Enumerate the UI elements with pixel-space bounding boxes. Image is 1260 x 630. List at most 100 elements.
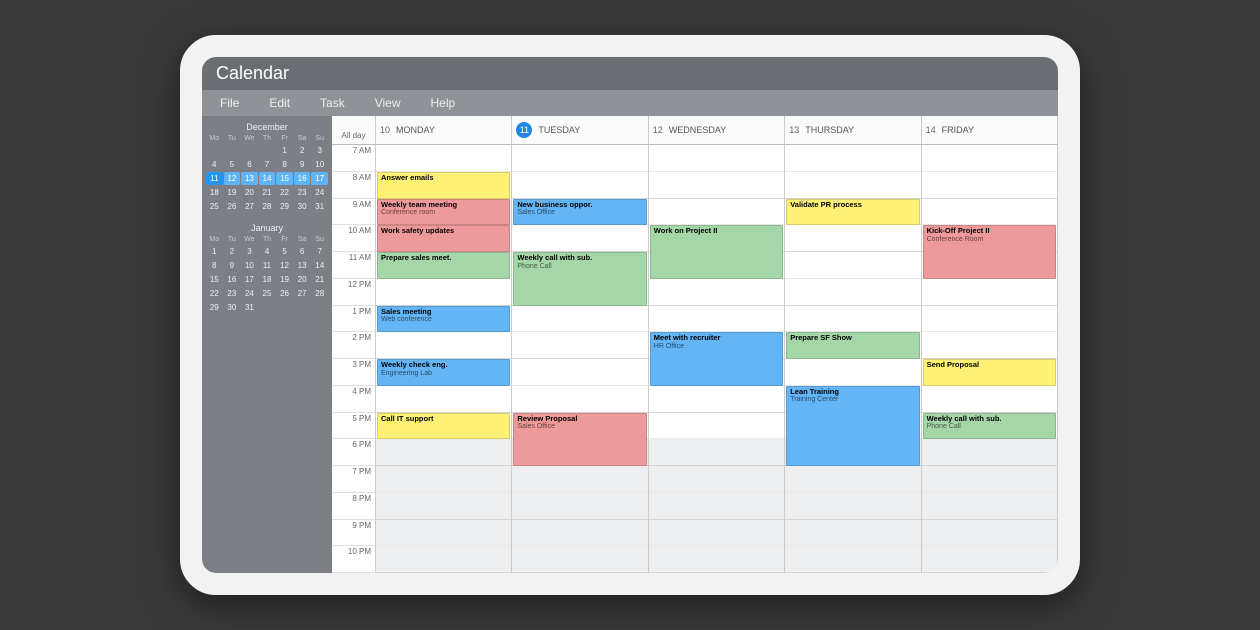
mini-day-cell[interactable]: 20	[294, 273, 311, 286]
mini-day-cell[interactable]: 4	[259, 245, 276, 258]
time-slot[interactable]	[512, 466, 647, 493]
mini-day-cell[interactable]: 8	[276, 158, 293, 171]
time-slot[interactable]	[649, 199, 784, 226]
time-slot[interactable]	[376, 332, 511, 359]
time-slot[interactable]	[649, 546, 784, 573]
time-slot[interactable]	[785, 172, 920, 199]
event[interactable]: Kick-Off Project IIConference Room	[923, 225, 1056, 279]
time-slot[interactable]	[922, 386, 1057, 413]
time-slot[interactable]	[512, 359, 647, 386]
day-column-monday[interactable]: Answer emailsWeekly team meetingConferen…	[376, 145, 512, 573]
mini-day-cell[interactable]: 19	[276, 273, 293, 286]
time-slot[interactable]	[649, 145, 784, 172]
menu-item-task[interactable]: Task	[320, 96, 345, 110]
time-slot[interactable]	[785, 252, 920, 279]
event[interactable]: New business oppor.Sales Office	[513, 199, 646, 226]
mini-day-cell[interactable]: 4	[206, 158, 223, 171]
menu-item-edit[interactable]: Edit	[269, 96, 290, 110]
mini-day-cell[interactable]: 13	[241, 172, 258, 185]
event[interactable]: Weekly call with sub.Phone Call	[923, 413, 1056, 440]
time-slot[interactable]	[512, 386, 647, 413]
time-slot[interactable]	[785, 493, 920, 520]
event[interactable]: Sales meetingWeb conference	[377, 306, 510, 333]
event[interactable]: Work safety updates	[377, 225, 510, 252]
time-slot[interactable]	[649, 520, 784, 547]
mini-day-cell[interactable]: 13	[294, 259, 311, 272]
event[interactable]: Review ProposalSales Office	[513, 413, 646, 467]
time-slot[interactable]	[512, 520, 647, 547]
time-slot[interactable]	[785, 145, 920, 172]
time-slot[interactable]	[649, 172, 784, 199]
time-slot[interactable]	[376, 546, 511, 573]
time-slot[interactable]	[376, 493, 511, 520]
mini-day-cell[interactable]: 31	[311, 200, 328, 213]
time-slot[interactable]	[649, 466, 784, 493]
mini-day-cell[interactable]: 2	[294, 144, 311, 157]
event[interactable]: Meet with recruiterHR Office	[650, 332, 783, 386]
time-slot[interactable]	[922, 145, 1057, 172]
time-slot[interactable]	[512, 493, 647, 520]
mini-day-cell[interactable]: 24	[311, 186, 328, 199]
menu-item-view[interactable]: View	[375, 96, 401, 110]
time-slot[interactable]	[376, 520, 511, 547]
day-column-wednesday[interactable]: Work on Project IIMeet with recruiterHR …	[649, 145, 785, 573]
mini-day-cell[interactable]: 14	[311, 259, 328, 272]
mini-day-cell[interactable]: 21	[259, 186, 276, 199]
time-slot[interactable]	[376, 386, 511, 413]
mini-day-cell[interactable]: 6	[294, 245, 311, 258]
mini-day-cell[interactable]: 1	[206, 245, 223, 258]
time-slot[interactable]	[922, 466, 1057, 493]
time-slot[interactable]	[922, 172, 1057, 199]
mini-day-cell[interactable]: 25	[206, 200, 223, 213]
mini-day-cell[interactable]: 26	[276, 287, 293, 300]
event[interactable]: Weekly call with sub.Phone Call	[513, 252, 646, 306]
mini-day-cell[interactable]: 16	[224, 273, 241, 286]
event[interactable]: Validate PR process	[786, 199, 919, 226]
day-column-tuesday[interactable]: New business oppor.Sales Office Weekly ca…	[512, 145, 648, 573]
mini-day-cell[interactable]: 7	[311, 245, 328, 258]
mini-day-cell[interactable]: 27	[241, 200, 258, 213]
mini-day-cell[interactable]: 19	[224, 186, 241, 199]
mini-calendar-january[interactable]: JanuaryMoTuWeThFrSaSu1234567891011121314…	[206, 223, 328, 314]
time-slot[interactable]	[376, 466, 511, 493]
time-slot[interactable]	[649, 386, 784, 413]
mini-day-cell[interactable]: 10	[311, 158, 328, 171]
mini-day-cell[interactable]: 11	[206, 172, 223, 185]
mini-day-cell[interactable]: 25	[259, 287, 276, 300]
time-slot[interactable]	[649, 493, 784, 520]
mini-day-cell[interactable]: 21	[311, 273, 328, 286]
time-slot[interactable]	[512, 546, 647, 573]
mini-day-cell[interactable]: 9	[224, 259, 241, 272]
mini-day-cell[interactable]: 9	[294, 158, 311, 171]
day-header-tuesday[interactable]: 11TUESDAY	[512, 116, 648, 144]
mini-day-cell[interactable]: 12	[224, 172, 241, 185]
time-slot[interactable]	[785, 225, 920, 252]
time-slot[interactable]	[376, 145, 511, 172]
time-slot[interactable]	[376, 279, 511, 306]
event[interactable]: Prepare sales meet.	[377, 252, 510, 279]
mini-day-cell[interactable]: 5	[224, 158, 241, 171]
mini-day-cell[interactable]: 18	[206, 186, 223, 199]
mini-day-cell[interactable]: 31	[241, 301, 258, 314]
mini-day-cell[interactable]: 27	[294, 287, 311, 300]
time-slot[interactable]	[922, 493, 1057, 520]
mini-day-cell[interactable]: 3	[311, 144, 328, 157]
menu-item-help[interactable]: Help	[431, 96, 456, 110]
event[interactable]: Send Proposal	[923, 359, 1056, 386]
day-header-monday[interactable]: 10MONDAY	[376, 116, 512, 144]
day-header-friday[interactable]: 14FRIDAY	[922, 116, 1058, 144]
time-slot[interactable]	[512, 332, 647, 359]
mini-calendar-december[interactable]: DecemberMoTuWeThFrSaSu123456789101112131…	[206, 122, 328, 213]
mini-day-cell[interactable]: 23	[294, 186, 311, 199]
mini-day-cell[interactable]: 5	[276, 245, 293, 258]
time-slot[interactable]	[785, 306, 920, 333]
mini-day-cell[interactable]: 15	[206, 273, 223, 286]
day-column-thursday[interactable]: Validate PR processPrepare SF ShowLean T…	[785, 145, 921, 573]
time-slot[interactable]	[922, 306, 1057, 333]
time-slot[interactable]	[512, 172, 647, 199]
mini-day-cell[interactable]: 1	[276, 144, 293, 157]
time-slot[interactable]	[785, 466, 920, 493]
mini-day-cell[interactable]: 23	[224, 287, 241, 300]
mini-day-cell[interactable]: 15	[276, 172, 293, 185]
mini-day-cell[interactable]: 30	[224, 301, 241, 314]
